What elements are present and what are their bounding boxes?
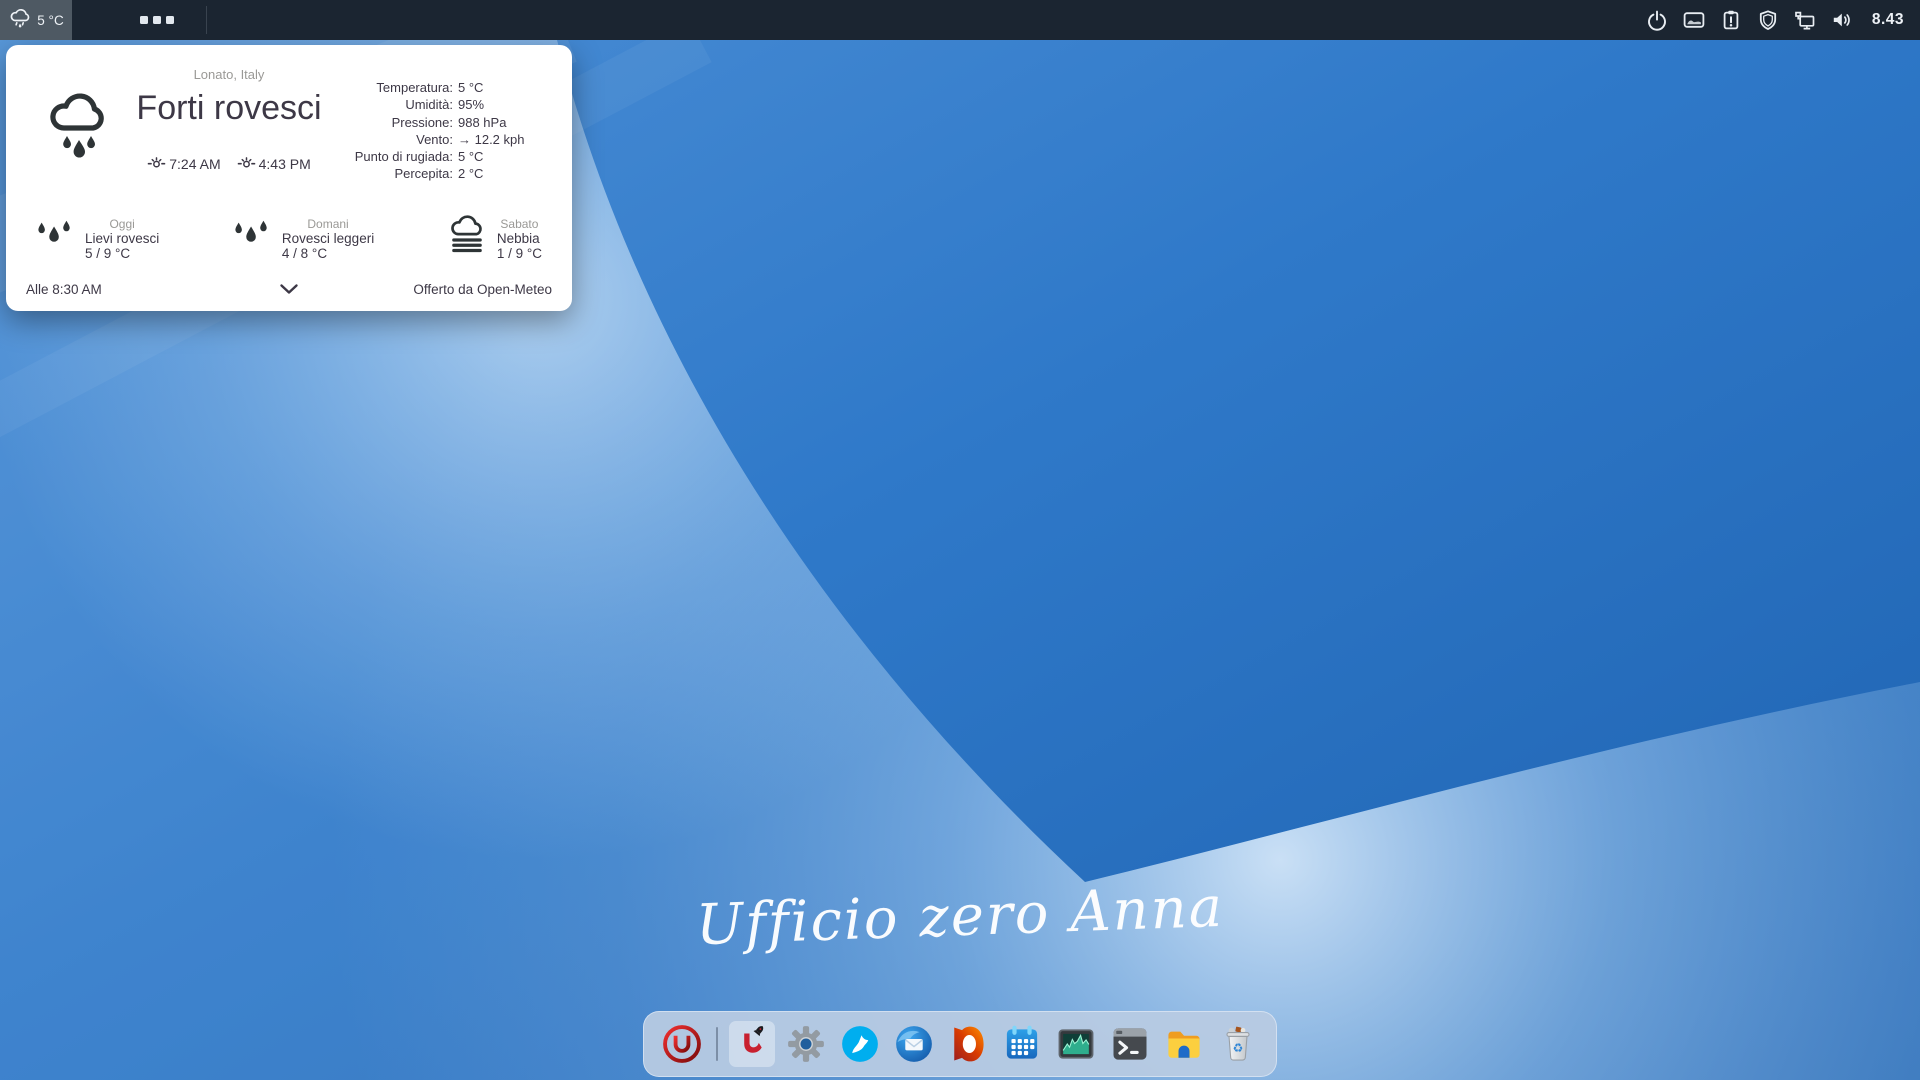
- panel-separator: [206, 6, 207, 34]
- dock-item-ufficio-zero-welcome[interactable]: [729, 1021, 775, 1067]
- detail-value: 988 hPa: [458, 115, 554, 130]
- dock-item-thunderbird-mail[interactable]: [891, 1021, 937, 1067]
- forecast-temps: 5 / 9 °C: [85, 246, 159, 262]
- detail-label: Vento:: [324, 132, 453, 147]
- sunrise-icon: [147, 153, 166, 175]
- detail-value: 5 °C: [458, 149, 554, 164]
- top-panel: 5 °C: [0, 0, 1920, 40]
- weather-popup: Lonato, Italy Forti rovesci 7:24 AM: [6, 45, 572, 311]
- panel-weather-button[interactable]: 5 °C: [0, 0, 72, 40]
- clipboard-icon[interactable]: [1720, 9, 1742, 31]
- weather-condition: Forti rovesci: [134, 89, 324, 128]
- dock: ♻: [643, 1011, 1277, 1077]
- forecast-condition: Nebbia: [497, 231, 542, 247]
- chevron-down-icon[interactable]: [279, 283, 299, 299]
- forecast-saturday: Sabato Nebbia 1 / 9 °C: [446, 214, 542, 265]
- fog-icon: [446, 214, 488, 265]
- detail-label: Temperatura:: [324, 80, 453, 95]
- forecast-tomorrow: Domani Rovesci leggeri 4 / 8 °C: [231, 214, 374, 265]
- dock-item-file-manager[interactable]: [1161, 1021, 1207, 1067]
- dot: [166, 16, 174, 24]
- weather-attribution: Offerto da Open-Meteo: [413, 282, 552, 297]
- rain-drops-icon: [34, 214, 76, 265]
- detail-label: Punto di rugiada:: [324, 149, 453, 164]
- dock-item-librewolf-browser[interactable]: [837, 1021, 883, 1067]
- weather-details: Temperatura: 5 °C Umidità: 95% Pressione…: [324, 80, 554, 182]
- dot: [153, 16, 161, 24]
- forecast-temps: 1 / 9 °C: [497, 246, 542, 262]
- rain-drops-icon: [231, 214, 273, 265]
- detail-value: 2 °C: [458, 166, 554, 181]
- forecast-day: Sabato: [500, 217, 538, 231]
- panel-clock[interactable]: 8.43: [1872, 11, 1904, 29]
- network-icon[interactable]: [1794, 9, 1816, 31]
- dock-item-office-suite[interactable]: [945, 1021, 991, 1067]
- dot: [140, 16, 148, 24]
- forecast-day: Domani: [307, 217, 348, 231]
- svg-text:♻: ♻: [1233, 1041, 1244, 1055]
- dock-item-ufficio-zero-menu[interactable]: [659, 1021, 705, 1067]
- forecast-row: Oggi Lievi rovesci 5 / 9 °C Domani Roves…: [24, 214, 554, 265]
- rain-cloud-icon: [8, 6, 32, 35]
- dock-item-settings[interactable]: [783, 1021, 829, 1067]
- dock-item-calendar[interactable]: [999, 1021, 1045, 1067]
- heavy-showers-icon: [24, 57, 134, 171]
- detail-value: 95%: [458, 97, 554, 112]
- sunset-time: 4:43 PM: [259, 156, 311, 172]
- detail-label: Umidità:: [324, 97, 453, 112]
- system-tray: 8.43: [1646, 9, 1920, 31]
- volume-icon[interactable]: [1831, 9, 1853, 31]
- picture-icon[interactable]: [1683, 9, 1705, 31]
- dock-item-system-monitor[interactable]: [1053, 1021, 1099, 1067]
- forecast-condition: Lievi rovesci: [85, 231, 159, 247]
- dock-item-trash[interactable]: ♻: [1215, 1021, 1261, 1067]
- forecast-condition: Rovesci leggeri: [282, 231, 374, 247]
- forecast-today: Oggi Lievi rovesci 5 / 9 °C: [34, 214, 159, 265]
- power-icon[interactable]: [1646, 9, 1668, 31]
- window-list-button[interactable]: [134, 10, 180, 30]
- weather-updated: Alle 8:30 AM: [26, 282, 102, 297]
- detail-value: 5 °C: [458, 80, 554, 95]
- sunset-icon: [237, 153, 256, 175]
- sunrise-time: 7:24 AM: [169, 156, 220, 172]
- dock-separator: [716, 1027, 718, 1061]
- forecast-temps: 4 / 8 °C: [282, 246, 374, 262]
- weather-location: Lonato, Italy: [134, 67, 324, 82]
- dock-item-terminal[interactable]: [1107, 1021, 1153, 1067]
- panel-weather-temp: 5 °C: [37, 13, 63, 28]
- shield-icon[interactable]: [1757, 9, 1779, 31]
- detail-value: → 12.2 kph: [458, 132, 554, 147]
- detail-label: Pressione:: [324, 115, 453, 130]
- detail-label: Percepita:: [324, 166, 453, 181]
- forecast-day: Oggi: [109, 217, 134, 231]
